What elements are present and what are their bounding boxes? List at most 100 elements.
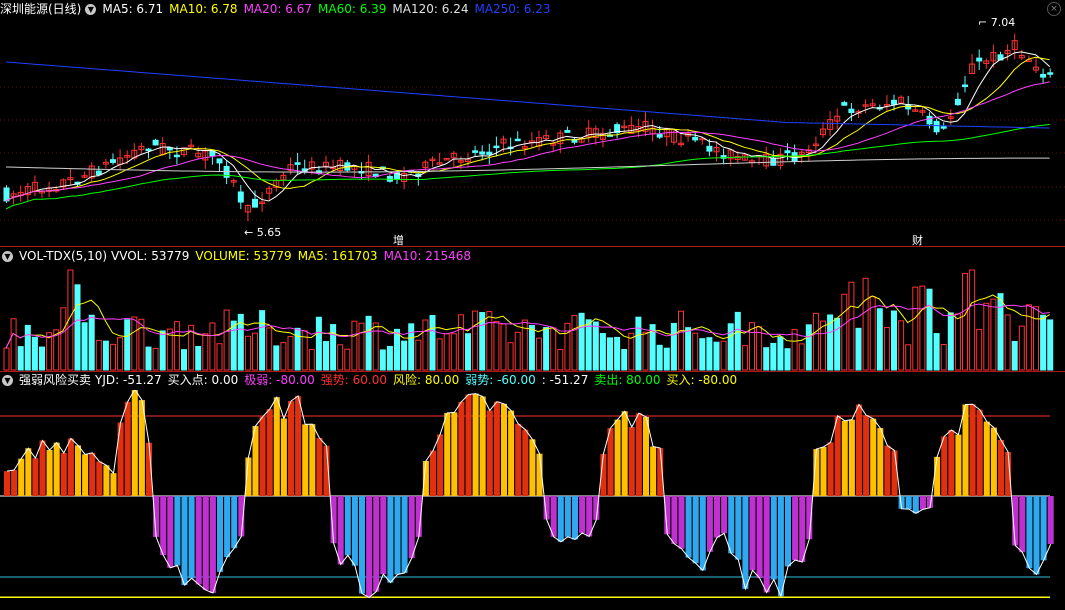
indicator-bar	[401, 496, 408, 573]
indicator-bar	[209, 496, 216, 593]
volume-bar	[663, 347, 670, 371]
volume-bar	[514, 331, 521, 371]
volume-bar	[308, 348, 315, 371]
volume-bar	[678, 310, 684, 371]
indicator-bar	[870, 418, 877, 496]
close-icon[interactable]: ×	[1047, 2, 1061, 16]
volume-bar	[1018, 325, 1025, 371]
candle-body	[479, 151, 486, 155]
volume-bar	[841, 293, 848, 371]
volume-bar	[337, 344, 344, 371]
volume-bar	[685, 327, 692, 371]
volume-bar	[31, 336, 38, 371]
indicator-bar	[124, 401, 131, 496]
indicator-bar	[280, 418, 287, 496]
candle-body	[294, 162, 301, 165]
volume-bar	[408, 323, 415, 371]
indicator-bar	[224, 496, 231, 558]
candle-body	[940, 126, 947, 129]
candle-body	[486, 151, 493, 155]
ma10-label: MA10: 6.78	[169, 2, 238, 16]
indicator-bar	[188, 496, 195, 579]
volume-bar	[805, 324, 812, 371]
volume-bar	[954, 313, 961, 371]
indicator-bar	[714, 496, 720, 538]
indicator-bar	[564, 496, 571, 537]
volume-bar	[1011, 340, 1018, 371]
volume-bar	[550, 327, 557, 371]
indicator-bar	[650, 446, 657, 496]
candle-body	[706, 145, 713, 152]
volume-bar	[457, 314, 464, 371]
chevron-down-icon[interactable]: ▼	[85, 4, 97, 15]
indicator-bar	[770, 496, 777, 580]
volume-bar	[990, 298, 997, 371]
low-price-label: ← 5.65	[244, 226, 282, 239]
volume-bar	[692, 332, 699, 371]
volume-bar	[152, 347, 159, 371]
volume-bar	[39, 346, 45, 371]
volume-bar	[223, 309, 230, 371]
indicator-bar	[891, 450, 898, 496]
indicator-bar	[1019, 496, 1026, 553]
indicator-bar	[699, 496, 706, 571]
candle-body	[152, 139, 159, 146]
volume-bar	[926, 288, 933, 371]
indicator-bar	[39, 440, 46, 496]
indicator-bar	[380, 496, 387, 575]
indicator-bar	[934, 456, 941, 496]
indicator-bar	[259, 416, 266, 496]
indicator-bar	[231, 496, 238, 549]
volume-bar	[1040, 314, 1047, 371]
indicator-bar	[856, 404, 862, 496]
candle-body	[252, 198, 258, 208]
volume-bar	[294, 327, 301, 371]
indicator-bar	[273, 397, 280, 496]
low-price-value: 5.65	[256, 226, 282, 239]
indicator-bar	[195, 496, 202, 585]
ma60-label: MA60: 6.39	[318, 2, 387, 16]
chevron-down-icon[interactable]: ▼	[2, 251, 13, 262]
candle-body	[954, 98, 961, 106]
sell-label: 卖出: 80.00	[594, 373, 661, 387]
high-price-value: 7.04	[990, 16, 1016, 29]
candle-body	[891, 99, 897, 105]
volume-bar	[124, 319, 131, 371]
indicator-bar	[351, 496, 358, 566]
indicator-bar	[337, 496, 344, 565]
indicator-bar	[1047, 496, 1054, 545]
volume-bar	[280, 342, 287, 371]
volume-bar	[777, 336, 784, 371]
indicator-bar	[25, 448, 32, 496]
indicator-bar	[572, 496, 578, 540]
volume-bar	[741, 345, 748, 371]
indicator-bar	[18, 458, 25, 496]
indicator-bar	[671, 496, 678, 544]
volume-bar	[401, 340, 408, 371]
indicator-bar	[387, 496, 394, 583]
indicator-bar	[877, 428, 884, 496]
indicator-bar	[721, 496, 728, 534]
volume-bar	[876, 308, 883, 371]
yjd-label: YJD: -51.27	[95, 373, 162, 387]
volume-bar	[266, 327, 273, 371]
volume-bar	[1025, 304, 1032, 371]
volume-bar	[571, 315, 578, 371]
chevron-down-icon[interactable]: ▼	[2, 375, 13, 386]
volume-bar	[422, 319, 429, 371]
risk-label: 风险: 80.00	[393, 373, 460, 387]
volume-bar	[592, 321, 599, 371]
volume-bar	[862, 277, 869, 371]
volume-bar	[585, 319, 592, 371]
indicator-bar	[756, 496, 763, 579]
candle-body	[145, 148, 152, 152]
volume-bar	[131, 316, 138, 371]
indicator-bar	[820, 446, 827, 496]
indicator-bar	[75, 445, 81, 496]
strength-risk-indicator-chart	[0, 390, 1054, 599]
indicator-bar	[60, 452, 67, 496]
volume-bar	[209, 322, 216, 371]
indicator-bar	[131, 390, 138, 496]
volume-bar	[536, 337, 542, 371]
volume-bar	[855, 327, 862, 371]
